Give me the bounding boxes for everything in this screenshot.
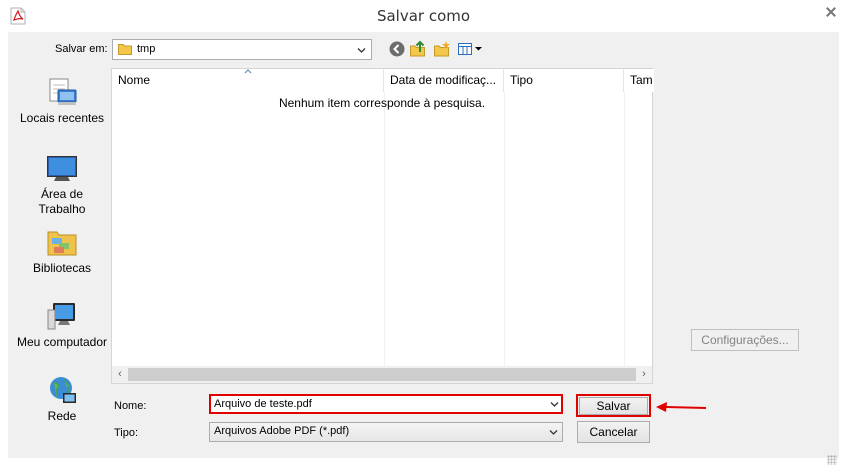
- scroll-right-icon[interactable]: ›: [636, 366, 652, 383]
- desktop-icon: [47, 156, 77, 181]
- close-icon[interactable]: [813, 0, 847, 24]
- place-desktop[interactable]: Área de Trabalho: [16, 154, 108, 217]
- folder-icon: [118, 44, 132, 55]
- computer-icon: [47, 303, 75, 330]
- view-menu-icon[interactable]: [457, 40, 483, 58]
- horizontal-scrollbar[interactable]: ‹ ›: [112, 366, 652, 383]
- file-name-input[interactable]: [209, 394, 563, 414]
- place-computer[interactable]: Meu computador: [16, 300, 108, 350]
- column-header-type[interactable]: Tipo: [504, 69, 624, 92]
- place-label: Meu computador: [16, 335, 108, 349]
- window-bottom-edge: [0, 458, 847, 469]
- empty-message: Nenhum item corresponde à pesquisa.: [278, 96, 486, 110]
- save-in-value: tmp: [137, 43, 156, 55]
- sort-ascending-icon: [244, 69, 252, 74]
- column-divider: [504, 92, 505, 366]
- new-folder-icon[interactable]: [433, 40, 451, 58]
- place-label: Locais recentes: [19, 111, 105, 125]
- file-type-select[interactable]: Arquivos Adobe PDF (*.pdf): [209, 422, 563, 442]
- file-name-label: Nome:: [114, 400, 147, 412]
- resize-grip-icon[interactable]: [827, 455, 837, 465]
- chevron-down-icon[interactable]: [550, 400, 559, 409]
- column-divider: [384, 92, 385, 366]
- place-label: Bibliotecas: [32, 261, 92, 275]
- places-bar: Locais recentes Área de Trabalho Bibliot…: [16, 70, 108, 430]
- settings-button[interactable]: Configurações...: [691, 329, 799, 351]
- column-header-size[interactable]: Tam: [624, 69, 654, 92]
- file-type-label: Tipo:: [114, 427, 139, 439]
- scroll-left-icon[interactable]: ‹: [112, 366, 128, 383]
- column-header-date[interactable]: Data de modificaç...: [384, 69, 504, 92]
- chevron-down-icon[interactable]: [549, 428, 558, 437]
- network-icon: [50, 377, 76, 403]
- place-recent[interactable]: Locais recentes: [16, 76, 108, 126]
- place-label: Área de Trabalho: [38, 187, 86, 216]
- save-button-highlight: [576, 394, 651, 417]
- save-in-combo[interactable]: tmp: [112, 39, 372, 60]
- title-bar: Salvar como: [0, 0, 847, 32]
- back-icon[interactable]: [388, 40, 406, 58]
- column-divider: [624, 92, 625, 366]
- save-in-label: Salvar em:: [55, 43, 108, 55]
- recent-places-icon: [49, 78, 77, 105]
- window-title: Salvar como: [376, 7, 471, 25]
- chevron-down-icon[interactable]: [357, 46, 366, 55]
- place-network[interactable]: Rede: [16, 374, 108, 424]
- place-label: Rede: [47, 409, 77, 423]
- cancel-button[interactable]: Cancelar: [577, 421, 650, 443]
- place-libraries[interactable]: Bibliotecas: [16, 226, 108, 276]
- annotation-arrow-icon: [656, 402, 707, 412]
- file-type-value: Arquivos Adobe PDF (*.pdf): [214, 425, 350, 437]
- column-header-name[interactable]: Nome: [112, 69, 384, 92]
- libraries-icon: [47, 231, 77, 256]
- scrollbar-thumb[interactable]: [128, 368, 636, 381]
- up-folder-icon[interactable]: [409, 40, 427, 58]
- file-list[interactable]: Nome Data de modificaç... Tipo Tam Nenhu…: [111, 68, 654, 384]
